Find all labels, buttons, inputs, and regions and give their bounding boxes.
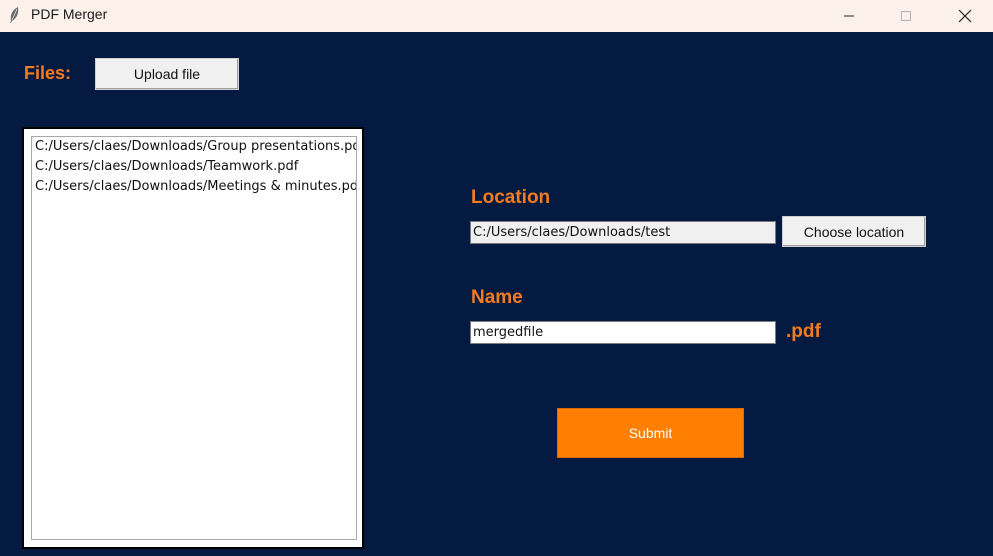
list-item[interactable]: C:/Users/claes/Downloads/Teamwork.pdf [32,157,356,177]
extension-label: .pdf [786,321,821,342]
choose-location-button[interactable]: Choose location [782,216,926,247]
file-list-frame: C:/Users/claes/Downloads/Group presentat… [22,127,364,549]
close-button[interactable] [942,0,988,32]
list-item[interactable]: C:/Users/claes/Downloads/Group presentat… [32,137,356,157]
name-field[interactable]: mergedfile [470,321,776,344]
title-bar[interactable]: PDF Merger [0,0,993,32]
list-item[interactable]: C:/Users/claes/Downloads/Meetings & minu… [32,177,356,197]
minimize-icon [844,15,854,17]
minimize-button[interactable] [826,0,872,32]
maximize-icon [901,11,911,21]
maximize-button[interactable] [883,0,929,32]
location-field[interactable]: C:/Users/claes/Downloads/test [470,221,776,244]
files-label: Files: [24,63,72,83]
location-label: Location [471,187,551,208]
file-listbox[interactable]: C:/Users/claes/Downloads/Group presentat… [31,136,357,540]
app-window: PDF Merger Files: Upload file C:/Users/c… [0,0,993,556]
window-title: PDF Merger [31,6,108,22]
close-icon [958,9,972,23]
upload-file-button[interactable]: Upload file [95,58,239,90]
feather-icon [8,6,20,24]
submit-button[interactable]: Submit [557,408,744,458]
name-label: Name [471,287,523,308]
